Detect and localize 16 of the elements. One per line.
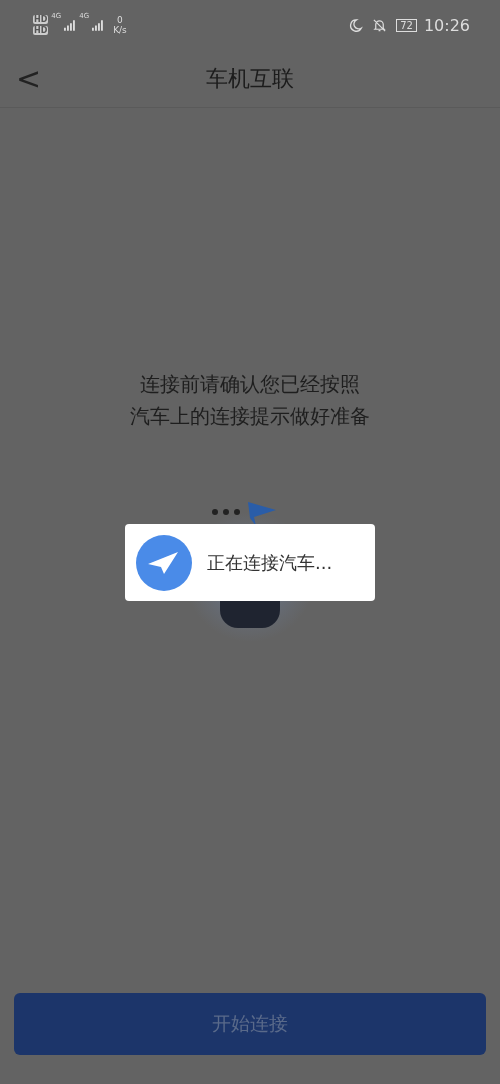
sim-label: HD — [33, 15, 49, 24]
back-button[interactable]: < — [16, 61, 42, 96]
moon-icon — [348, 17, 364, 33]
speed-unit: K/s — [113, 25, 127, 35]
paper-plane-icon — [136, 534, 192, 591]
speed-value: 0 — [117, 15, 123, 25]
sim-label: HD — [33, 26, 49, 35]
instruction-text: 汽车上的连接提示做好准备 — [130, 403, 370, 430]
signal-icon — [92, 19, 105, 31]
signal-icon — [64, 19, 77, 31]
bell-off-icon — [372, 17, 388, 33]
page-title: 车机互联 — [206, 64, 294, 93]
instruction-text: 连接前请确认您已经按照 — [140, 371, 360, 398]
clock-time: 10:26 — [423, 15, 470, 35]
dialog-message: 正在连接汽车... — [207, 550, 333, 575]
battery-level: 72 — [396, 18, 417, 32]
